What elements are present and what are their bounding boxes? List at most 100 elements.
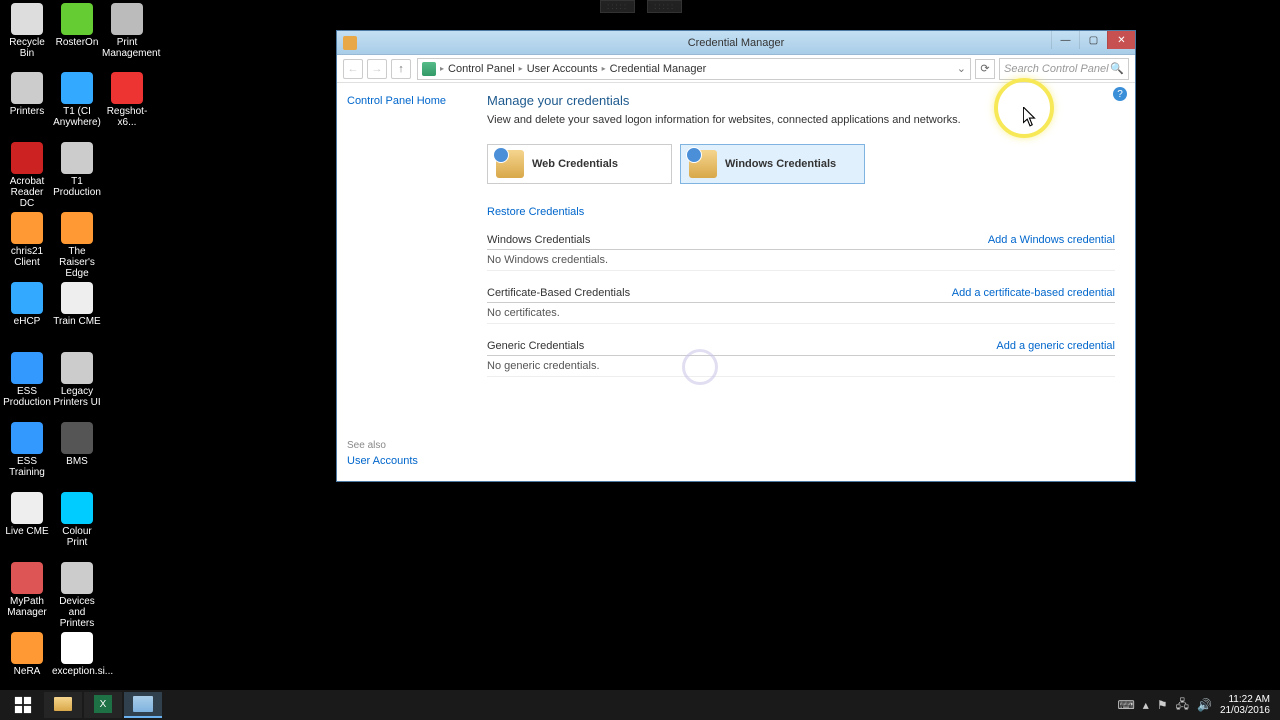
taskbar-credential-manager[interactable] [124,692,162,718]
user-accounts-link[interactable]: User Accounts [347,455,418,467]
credential-section: Windows CredentialsAdd a Windows credent… [487,234,1115,271]
app-icon [61,632,93,664]
credential-section: Generic Credentials Add a generic credent… [487,340,1115,377]
tray-up-icon[interactable]: ▴ [1143,698,1149,712]
desktop-icon[interactable]: Train CME [52,282,102,327]
desktop-icon[interactable]: RosterOn [52,3,102,48]
icon-label: Recycle Bin [2,37,52,59]
taskbar-explorer[interactable] [44,692,82,718]
desktop-icon[interactable]: Print Management [102,3,152,59]
help-icon[interactable]: ? [1113,87,1127,101]
desktop-icon[interactable]: Recycle Bin [2,3,52,59]
desktop-icon[interactable]: MyPath Manager [2,562,52,618]
tab-web-credentials[interactable]: Web Credentials [487,144,672,184]
close-button[interactable]: ✕ [1107,31,1135,49]
desktop-icon[interactable]: Legacy Printers UI [52,352,102,408]
date: 21/03/2016 [1220,705,1270,716]
desktop-icon[interactable]: Colour Print [52,492,102,548]
app-icon [61,352,93,384]
desktop-icon[interactable]: Acrobat Reader DC [2,142,52,209]
web-credentials-icon [496,150,524,178]
section-name: Generic Credentials [487,340,584,352]
app-icon [11,212,43,244]
icon-label: Live CME [2,526,52,537]
chevron-right-icon: ▸ [519,64,523,73]
empty-message: No Windows credentials. [487,250,1115,271]
icon-label: T1 (CI Anywhere) [52,106,102,128]
add-credential-link[interactable]: Add a certificate-based credential [952,287,1115,299]
desktop-icon[interactable]: ESS Production [2,352,52,408]
app-icon [11,562,43,594]
minimize-button[interactable]: — [1051,31,1079,49]
desktop-icon[interactable]: NeRA [2,632,52,677]
app-icon [61,212,93,244]
desktop-icon[interactable]: The Raiser's Edge [52,212,102,279]
add-credential-link[interactable]: Add a Windows credential [988,234,1115,246]
search-input[interactable]: Search Control Panel 🔍 [999,58,1129,80]
system-tray: ⌨ ▴ ⚑ 🖧 🔊 11:22 AM 21/03/2016 [1117,694,1276,716]
desktop-icon[interactable]: Printers [2,72,52,117]
desktop-icon[interactable]: Live CME [2,492,52,537]
start-button[interactable] [4,692,42,718]
chevron-right-icon: ▸ [602,64,606,73]
maximize-button[interactable]: ▢ [1079,31,1107,49]
chevron-down-icon[interactable]: ⌄ [957,62,966,75]
back-button[interactable]: ← [343,59,363,79]
refresh-button[interactable]: ⟳ [975,59,995,79]
desktop-icon[interactable]: ESS Training [2,422,52,478]
app-icon [11,492,43,524]
titlebar[interactable]: Credential Manager — ▢ ✕ [337,31,1135,55]
credential-manager-window: Credential Manager — ▢ ✕ ← → ↑ ▸ Control… [336,30,1136,482]
app-icon [11,142,43,174]
desktop-icon[interactable]: eHCP [2,282,52,327]
page-title: Manage your credentials [487,93,1115,108]
crumb-control-panel[interactable]: Control Panel [448,63,515,75]
nav-toolbar: ← → ↑ ▸ Control Panel ▸ User Accounts ▸ … [337,55,1135,83]
desktop-icon[interactable]: Devices and Printers [52,562,102,629]
volume-icon[interactable]: 🔊 [1197,698,1212,712]
control-panel-home-link[interactable]: Control Panel Home [347,95,457,107]
action-center-icon[interactable]: ⚑ [1157,698,1168,712]
app-icon [61,562,93,594]
up-button[interactable]: ↑ [391,59,411,79]
forward-button[interactable]: → [367,59,387,79]
control-panel-icon [422,62,436,76]
app-icon [11,282,43,314]
network-icon[interactable]: 🖧 [1176,695,1189,716]
desktop-icon[interactable]: BMS [52,422,102,467]
desktop-icon[interactable]: Regshot-x6... [102,72,152,128]
main-panel: ? Manage your credentials View and delet… [467,83,1135,481]
top-handle: :::::::::: [600,0,682,13]
app-icon [11,352,43,384]
app-icon [61,422,93,454]
app-icon [61,282,93,314]
sidebar: Control Panel Home See also User Account… [337,83,467,481]
desktop-icon[interactable]: chris21 Client [2,212,52,268]
app-icon [61,142,93,174]
desktop-icon[interactable]: T1 Production [52,142,102,198]
crumb-credential-manager[interactable]: Credential Manager [610,63,707,75]
icon-label: RosterOn [52,37,102,48]
icon-label: T1 Production [52,176,102,198]
icon-label: The Raiser's Edge [52,246,102,279]
icon-label: Legacy Printers UI [52,386,102,408]
section-name: Certificate-Based Credentials [487,287,630,299]
taskbar-excel[interactable]: X [84,692,122,718]
breadcrumb[interactable]: ▸ Control Panel ▸ User Accounts ▸ Creden… [417,58,971,80]
clock[interactable]: 11:22 AM 21/03/2016 [1220,694,1270,716]
add-credential-link[interactable]: Add a generic credential [996,340,1115,352]
app-icon [111,72,143,104]
tab-windows-credentials[interactable]: Windows Credentials [680,144,865,184]
icon-label: exception.si... [52,666,102,677]
desktop-icon[interactable]: T1 (CI Anywhere) [52,72,102,128]
desktop-icon[interactable]: exception.si... [52,632,102,677]
app-icon [11,422,43,454]
app-icon [11,3,43,35]
icon-label: Acrobat Reader DC [2,176,52,209]
keyboard-icon[interactable]: ⌨ [1117,698,1134,712]
restore-credentials-link[interactable]: Restore Credentials [487,206,584,218]
icon-label: chris21 Client [2,246,52,268]
crumb-user-accounts[interactable]: User Accounts [527,63,598,75]
search-placeholder: Search Control Panel [1004,63,1109,75]
tab-label: Web Credentials [532,158,618,170]
